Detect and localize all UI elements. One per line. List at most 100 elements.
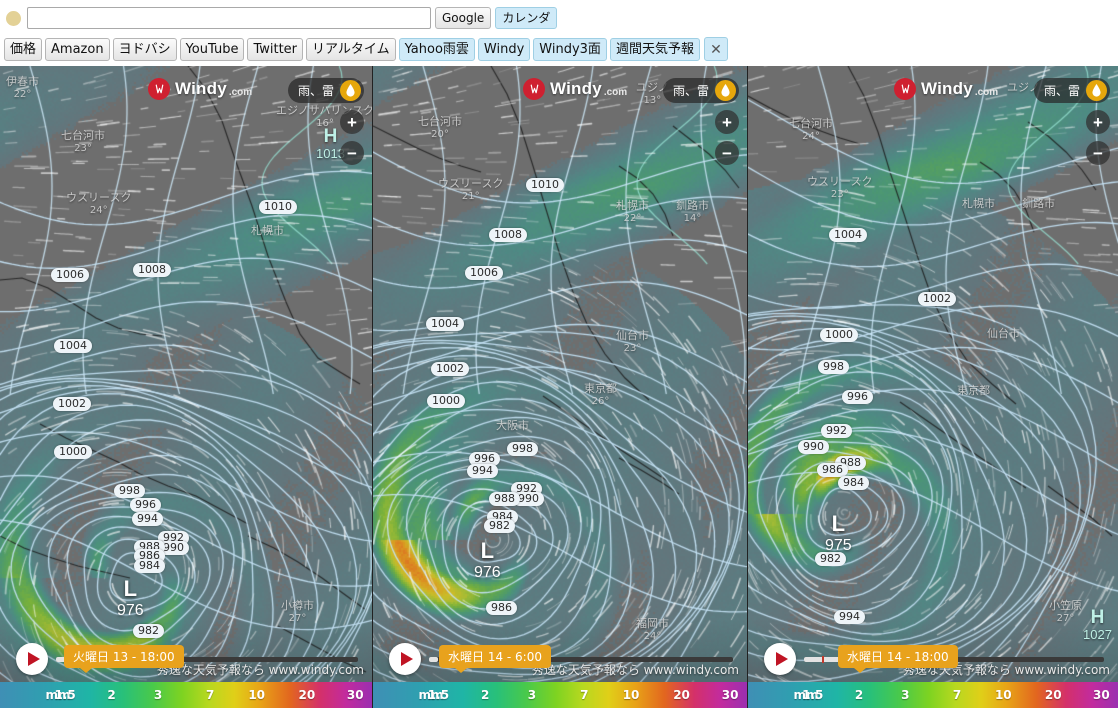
bookmark-3[interactable]: ヨドバシ	[112, 37, 177, 61]
low-pressure-letter: L	[831, 511, 846, 536]
isobar-label: 1002	[918, 292, 956, 306]
overlay-selector-3[interactable]: 雨、雷	[1033, 78, 1110, 103]
windy-logo-1[interactable]: Windy .com	[148, 78, 255, 100]
legend-tick: 10	[622, 688, 640, 702]
isobar-label: 1004	[829, 228, 867, 242]
legend-tick: 1.5	[54, 688, 76, 702]
overlay-label: 雨、雷	[1043, 84, 1080, 98]
low-pressure-letter: L	[123, 576, 138, 601]
precip-legend-2: mm 1.5 2 3 7 10 20 30	[373, 682, 747, 708]
city-temperature: 22°	[623, 212, 642, 224]
isobar-label: 994	[834, 610, 865, 624]
zoom-in-button-3[interactable]: +	[1086, 110, 1110, 134]
city-name: 大阪市	[496, 419, 529, 432]
map-panel-3[interactable]: Windy .com 雨、雷 + − 水曜日 14 - 18:00 秀逸な天気予…	[748, 66, 1118, 708]
city-name: 札幌市	[962, 197, 995, 210]
isobar-label: 994	[467, 464, 498, 478]
city-name: 東京都	[584, 382, 617, 395]
bookmark-1[interactable]: 価格	[4, 37, 43, 61]
legend-tick: 20	[1044, 688, 1062, 702]
play-button-3[interactable]	[764, 643, 796, 675]
zoom-out-button-3[interactable]: −	[1086, 141, 1110, 165]
isobar-label: 998	[818, 360, 849, 374]
precip-legend-1: mm 1.5 2 3 7 10 20 30	[0, 682, 372, 708]
zoom-out-button-1[interactable]: −	[340, 141, 364, 165]
windy-mark-icon	[894, 78, 916, 100]
bookmark-4[interactable]: YouTube	[179, 37, 245, 61]
legend-tick: 2	[854, 688, 864, 702]
map-panel-1[interactable]: Windy .com 雨、雷 + − 火曜日 13 - 18:00 秀逸な天気予…	[0, 66, 372, 708]
legend-tick: 7	[205, 688, 215, 702]
city-temperature: 21°	[461, 190, 480, 202]
isobar-label: 996	[842, 390, 873, 404]
city-label: ウスリースク 21°	[438, 177, 503, 202]
address-input[interactable]	[27, 7, 431, 29]
bookmark-9[interactable]: Windy3面	[533, 37, 607, 61]
isobar-label: 998	[507, 442, 538, 456]
windy-logo-2[interactable]: Windy .com	[523, 78, 630, 100]
city-temperature: 23°	[623, 342, 642, 354]
map-panels: Windy .com 雨、雷 + − 火曜日 13 - 18:00 秀逸な天気予…	[0, 66, 1118, 708]
city-temperature: 23°	[830, 188, 849, 200]
city-name: 仙台市	[987, 327, 1020, 340]
rain-drop-icon	[1086, 80, 1107, 101]
city-label: ウスリースク 23°	[807, 175, 873, 200]
play-button-1[interactable]	[16, 643, 48, 675]
google-search-button[interactable]: Google	[435, 7, 492, 29]
city-name: ウスリースク	[66, 191, 132, 204]
rain-drop-icon	[715, 80, 736, 101]
city-name: 七台河市	[418, 115, 462, 128]
overlay-selector-2[interactable]: 雨、雷	[662, 78, 739, 103]
windy-wordmark: Windy	[550, 79, 602, 98]
windy-logo-3[interactable]: Windy .com	[894, 78, 1001, 100]
bookmark-10[interactable]: 週間天気予報	[609, 37, 700, 61]
zoom-in-button-1[interactable]: +	[340, 110, 364, 134]
zoom-out-button-2[interactable]: −	[715, 141, 739, 165]
isobar-label: 1000	[54, 445, 92, 459]
bookmark-7[interactable]: Yahoo雨雲	[398, 37, 475, 61]
overlay-selector-1[interactable]: 雨、雷	[287, 78, 364, 103]
city-name: 福岡市	[636, 617, 669, 630]
close-icon[interactable]: ✕	[703, 37, 728, 61]
city-name: 東京都	[957, 384, 990, 397]
city-name: 仙台市	[616, 329, 649, 342]
map-panel-2[interactable]: Windy .com 雨、雷 + − 水曜日 14 - 6:00 秀逸な天気予報…	[372, 66, 748, 708]
bookmark-2[interactable]: Amazon	[45, 37, 110, 61]
city-name: 札幌市	[616, 199, 649, 212]
isobar-label: 988	[489, 492, 520, 506]
rain-drop-icon	[340, 80, 361, 101]
zoom-in-button-2[interactable]: +	[715, 110, 739, 134]
isobar-label: 1010	[259, 200, 297, 214]
windy-mark-icon	[148, 78, 170, 100]
bookmark-8[interactable]: Windy	[477, 37, 531, 61]
city-temperature: 27°	[1056, 612, 1075, 624]
city-label: 仙台市	[987, 327, 1020, 341]
city-temperature: 20°	[431, 128, 449, 140]
city-name: 小笠原	[1049, 599, 1082, 612]
isobar-label: 992	[821, 424, 852, 438]
city-name: 七台河市	[61, 129, 105, 142]
city-label: 七台河市 20°	[418, 115, 462, 140]
city-label: ウスリースク 24°	[66, 191, 132, 216]
isobar-label: 982	[133, 624, 164, 638]
play-button-2[interactable]	[389, 643, 421, 675]
city-name: 札幌市	[251, 224, 284, 237]
legend-tick: 30	[346, 688, 364, 702]
isobar-label: 1004	[426, 317, 464, 331]
windy-tld: .com	[974, 86, 999, 98]
bookmark-6[interactable]: リアルタイム	[306, 37, 396, 61]
city-label: 釧路市 14°	[676, 199, 709, 224]
city-name: ウスリースク	[807, 175, 873, 188]
isobar-label: 1010	[526, 178, 564, 192]
city-label: 七台河市 23°	[61, 129, 105, 154]
city-name: 小樽市	[281, 599, 314, 612]
bookmark-5[interactable]: Twitter	[247, 37, 304, 61]
overlay-label: 雨、雷	[297, 84, 334, 98]
city-name: 七台河市	[789, 117, 833, 130]
legend-tick: 1.5	[802, 688, 824, 702]
legend-tick: 3	[527, 688, 537, 702]
calendar-button[interactable]: カレンダ	[495, 7, 558, 29]
city-label: 大阪市	[496, 419, 529, 433]
city-label: 札幌市 22°	[616, 199, 649, 224]
map-controls-1: 雨、雷 + −	[287, 78, 364, 165]
